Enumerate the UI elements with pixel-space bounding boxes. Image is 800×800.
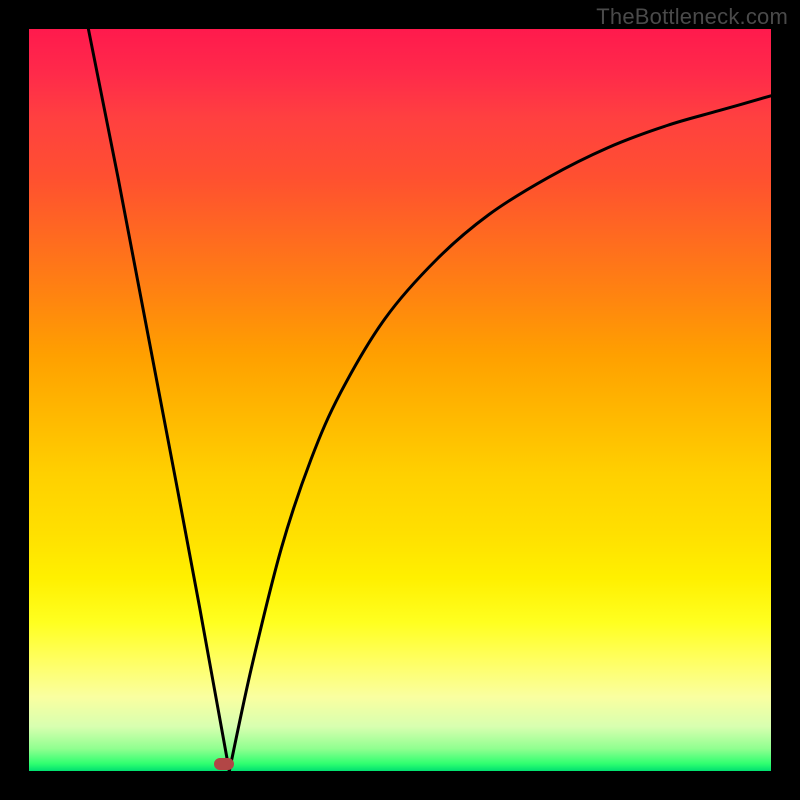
curve-right-branch <box>229 96 771 771</box>
watermark-text: TheBottleneck.com <box>596 4 788 30</box>
curve-layer <box>29 29 771 771</box>
curve-left-branch <box>88 29 229 771</box>
optimal-point-marker <box>214 758 234 770</box>
